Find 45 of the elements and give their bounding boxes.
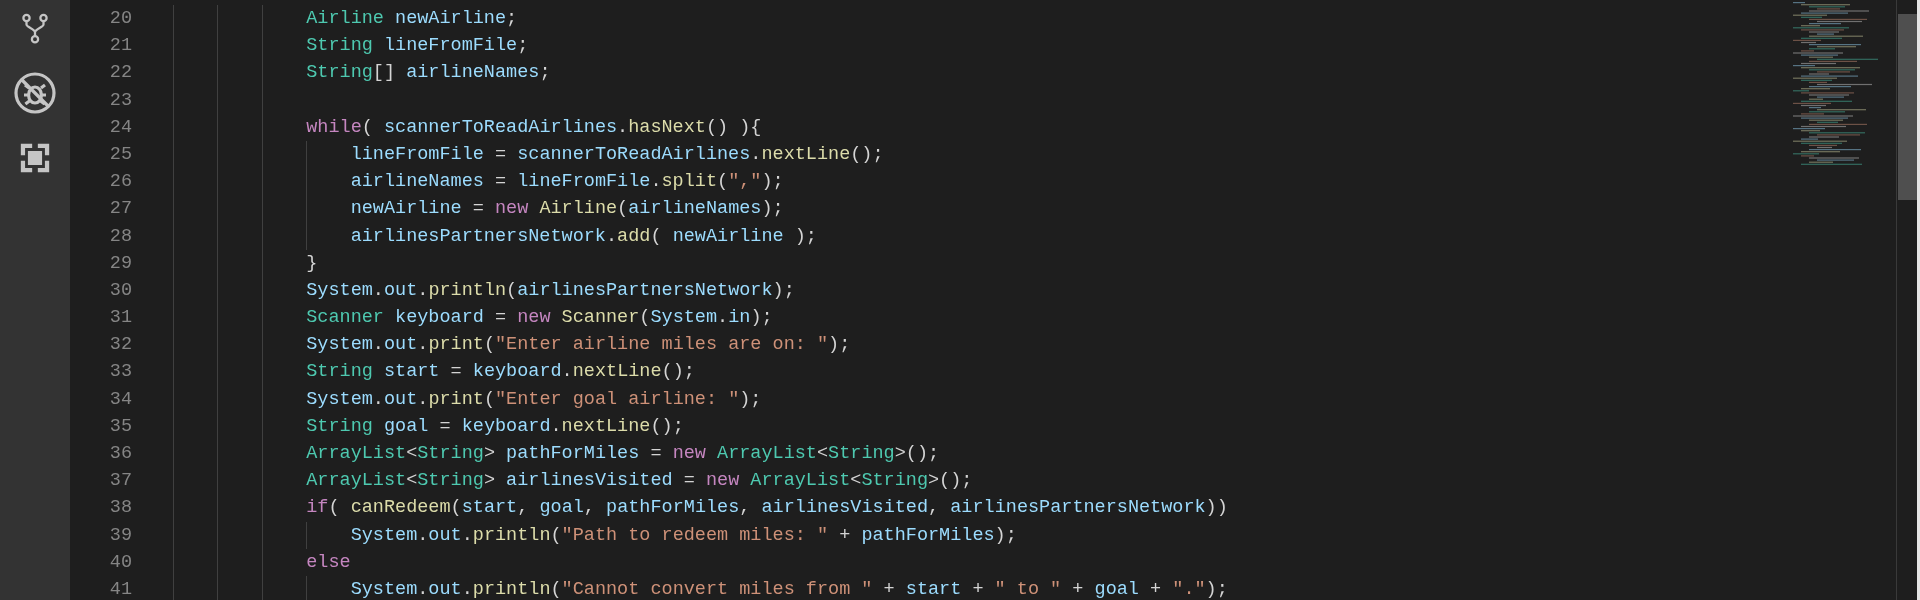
- line-number: 24: [109, 116, 132, 138]
- code-line: String[] airlineNames;: [305, 62, 551, 84]
- code-line: airlineNames = lineFromFile.split(",");: [349, 171, 784, 193]
- line-number: 39: [109, 524, 132, 546]
- extensions-icon[interactable]: [18, 141, 52, 175]
- code-line: else: [305, 551, 351, 573]
- line-number: 31: [109, 307, 132, 329]
- code-line: Scanner keyboard = new Scanner(System.in);: [305, 307, 773, 329]
- scrollbar-thumb[interactable]: [1898, 14, 1917, 200]
- line-number: 26: [109, 171, 132, 193]
- code-line: String lineFromFile;: [305, 35, 529, 57]
- code-line: System.out.println("Cannot convert miles from " + start + " to " + goal + ".");: [349, 578, 1228, 600]
- line-number: 37: [109, 470, 132, 492]
- code-line: System.out.print("Enter goal airline: ");: [305, 388, 762, 410]
- code-line: ArrayList<String> airlinesVisited = new ArrayList<String>();: [305, 470, 973, 492]
- line-number: 40: [109, 551, 132, 573]
- code-line: while( scannerToReadAirlines.hasNext() ){: [305, 116, 762, 138]
- line-number: 27: [109, 198, 132, 220]
- line-number: 34: [109, 388, 132, 410]
- line-number: 20: [109, 8, 132, 29]
- line-number: 21: [109, 35, 132, 57]
- code-line: newAirline = new Airline(airlineNames);: [349, 198, 784, 220]
- line-number: 36: [109, 443, 132, 464]
- line-number: 32: [109, 334, 132, 356]
- code-line: String goal = keyboard.nextLine();: [305, 415, 684, 437]
- code-line: String start = keyboard.nextLine();: [305, 361, 695, 383]
- code-line: ArrayList<String> pathForMiles = new ArrayList<String>();: [305, 443, 940, 464]
- line-number: 23: [109, 89, 132, 111]
- line-number: 29: [109, 252, 132, 274]
- line-number: 30: [109, 279, 132, 301]
- code-line: }: [305, 252, 318, 274]
- line-number: 22: [109, 62, 132, 84]
- code-line: lineFromFile = scannerToReadAirlines.nextLine();: [349, 143, 884, 165]
- line-number: 33: [109, 361, 132, 383]
- code-line: System.out.println(airlinesPartnersNetwork);: [305, 279, 795, 301]
- code-line: airlinesPartnersNetwork.add( newAirline );: [349, 225, 817, 247]
- code-line: Airline newAirline;: [305, 8, 518, 29]
- code-line: if( canRedeem(start, goal, pathForMiles, airlinesVisited, airlinesPartnersNetwork)): [305, 497, 1228, 519]
- code-line: System.out.println("Path to redeem miles: " + pathForMiles);: [349, 524, 1017, 546]
- line-number: 38: [109, 497, 132, 519]
- line-number: 35: [109, 415, 132, 437]
- line-number: 41: [109, 578, 132, 600]
- line-number: 28: [109, 225, 132, 247]
- code-line: System.out.print("Enter airline miles are on: ");: [305, 334, 851, 356]
- line-number: 25: [109, 143, 132, 165]
